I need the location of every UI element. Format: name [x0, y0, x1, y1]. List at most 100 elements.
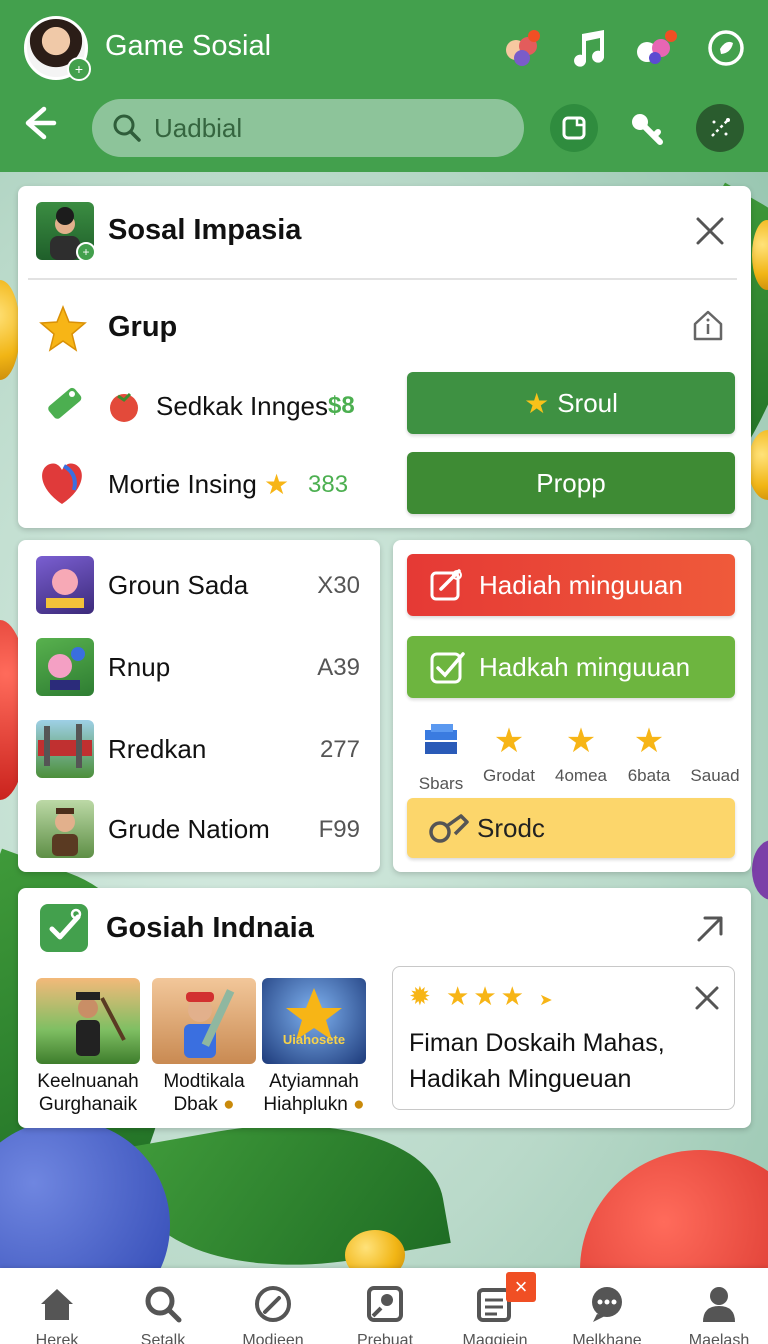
- item-label: Sedkak Innges: [156, 391, 329, 421]
- coin-icon: ●: [353, 1094, 365, 1115]
- secondary-button[interactable]: Propp: [407, 452, 735, 514]
- nav-label: Setalk: [140, 1332, 186, 1344]
- nav-label: Herek: [35, 1332, 79, 1344]
- game-name: Atyiamnah: [269, 1071, 359, 1092]
- search-bar[interactable]: [92, 99, 524, 157]
- group-thumbnail: [36, 638, 94, 696]
- rewards-card: Hadiah minguuan Hadkah minguuan Sbars ★ …: [393, 540, 751, 872]
- game-name: Gurghanaik: [38, 1094, 138, 1115]
- group-row-value: A39: [317, 654, 360, 681]
- nav-item-profile[interactable]: Maelash: [664, 1284, 768, 1344]
- group-row-value: F99: [318, 816, 360, 843]
- nav-label: Modieen: [242, 1332, 304, 1344]
- group-row-value: 277: [319, 736, 360, 763]
- back-arrow-icon[interactable]: [20, 103, 64, 147]
- reward-star-item[interactable]: Sauad: [679, 722, 751, 786]
- profile-card: + Sosal Impasia Grup Sedkak Innges $8 ★ …: [18, 186, 751, 528]
- group-row-label[interactable]: Groun Sada: [108, 570, 248, 601]
- game-name: Keelnuanah: [37, 1071, 139, 1092]
- nav-label: Prebuat: [356, 1332, 414, 1344]
- search-icon: [108, 1284, 218, 1324]
- game-pieces-icon[interactable]: [630, 22, 682, 74]
- divider: [28, 278, 737, 280]
- rating-stars: ✹ ★★★ ➤: [409, 981, 557, 1011]
- tomato-icon: [106, 388, 142, 424]
- group-thumbnail: [36, 800, 94, 858]
- sun-icon: ✹: [409, 981, 435, 1011]
- group-row-label[interactable]: Rnup: [108, 652, 170, 683]
- primary-button[interactable]: ★ Sroul: [407, 372, 735, 434]
- star-icon: [38, 304, 88, 354]
- star-icon: ★: [565, 722, 597, 760]
- close-icon[interactable]: [695, 216, 725, 246]
- reward-star-item[interactable]: ★ Grodat: [473, 722, 545, 786]
- home-icon[interactable]: [691, 308, 725, 342]
- nav-item-chat[interactable]: Melkhane: [552, 1284, 662, 1344]
- coin-decoration: [748, 430, 768, 500]
- section-title: Grup: [108, 311, 178, 343]
- close-icon[interactable]: [694, 985, 720, 1011]
- tag-icon: [42, 382, 86, 426]
- coin-decoration: [0, 280, 20, 380]
- nav-item-create[interactable]: Prebuat: [330, 1284, 440, 1344]
- game-image: Uiahosete: [262, 978, 366, 1064]
- heart-icon: [34, 454, 90, 510]
- secondary-button-label: Propp: [536, 467, 606, 498]
- document-button[interactable]: [550, 104, 598, 152]
- reward-star-item[interactable]: ★ 6bata: [613, 722, 685, 786]
- search-input[interactable]: [154, 111, 494, 145]
- yellow-button[interactable]: Srodc: [407, 798, 735, 858]
- group-row-value: X30: [317, 572, 360, 599]
- nav-item-home[interactable]: Herek: [2, 1284, 112, 1344]
- game-image: [36, 978, 140, 1064]
- group-row-label[interactable]: Grude Natiom: [108, 814, 270, 845]
- reward-button-green[interactable]: Hadkah minguuan: [407, 636, 735, 698]
- key-button[interactable]: [622, 104, 670, 152]
- candy-icon[interactable]: [496, 22, 548, 74]
- person-icon: [664, 1284, 768, 1324]
- profile-title: Sosal Impasia: [108, 214, 302, 246]
- avatar[interactable]: +: [24, 16, 91, 81]
- reward-button-label: Hadiah minguuan: [479, 569, 683, 600]
- game-tile[interactable]: Keelnuanah Gurghanaik: [36, 978, 140, 1116]
- sparkle-button[interactable]: [696, 104, 744, 152]
- settings-badge-icon[interactable]: [700, 22, 752, 74]
- check-tag-icon: [40, 904, 88, 952]
- item-label: Mortie Insing: [108, 469, 257, 499]
- star-icon: ★: [633, 722, 665, 760]
- notice-text: Fiman Doskaih Mahas,: [409, 1029, 665, 1057]
- chevron-right-icon[interactable]: [693, 912, 727, 946]
- reward-star-item[interactable]: Sbars: [405, 722, 477, 794]
- reward-star-item[interactable]: ★ 4omea: [545, 722, 617, 786]
- home-icon: [2, 1284, 112, 1324]
- nav-label: Melkhane: [572, 1332, 642, 1344]
- featured-card: Gosiah Indnaia Keelnuanah Gurghanaik Mod…: [18, 888, 751, 1128]
- tag-check-icon: [430, 652, 465, 684]
- box-icon: [405, 722, 477, 768]
- nav-item-news[interactable]: × Maggiein: [440, 1272, 550, 1344]
- game-tile[interactable]: Uiahosete Atyiamnah Hiahplukn ●: [262, 978, 366, 1116]
- plus-badge-icon: +: [76, 242, 96, 262]
- nav-item-compass[interactable]: Modieen: [218, 1284, 328, 1344]
- photo-edit-icon: [330, 1284, 440, 1324]
- bottom-nav: Herek Setalk Modieen Prebuat × Maggiein …: [0, 1268, 768, 1344]
- ball-decoration: [752, 840, 768, 900]
- star-icon: ★: [264, 469, 290, 500]
- primary-button-label: Sroul: [557, 387, 618, 418]
- music-note-icon[interactable]: [564, 22, 616, 74]
- key-icon: [632, 114, 663, 145]
- game-tile[interactable]: Modtikala Dbak ●: [152, 978, 256, 1116]
- document-icon: [562, 116, 586, 140]
- game-image: [152, 978, 256, 1064]
- group-thumbnail: [36, 720, 94, 778]
- sparkle-icon: [711, 118, 730, 137]
- nav-item-search[interactable]: Setalk: [108, 1284, 218, 1344]
- search-icon: [113, 114, 141, 142]
- star-icon: ★: [493, 722, 525, 760]
- reward-star-label: Sbars: [418, 774, 464, 793]
- group-row-label[interactable]: Rredkan: [108, 734, 206, 765]
- reward-button-red[interactable]: Hadiah minguuan: [407, 554, 735, 616]
- star-icon: ★: [524, 387, 550, 419]
- coin-icon: ●: [223, 1094, 235, 1115]
- edit-icon: [430, 569, 462, 601]
